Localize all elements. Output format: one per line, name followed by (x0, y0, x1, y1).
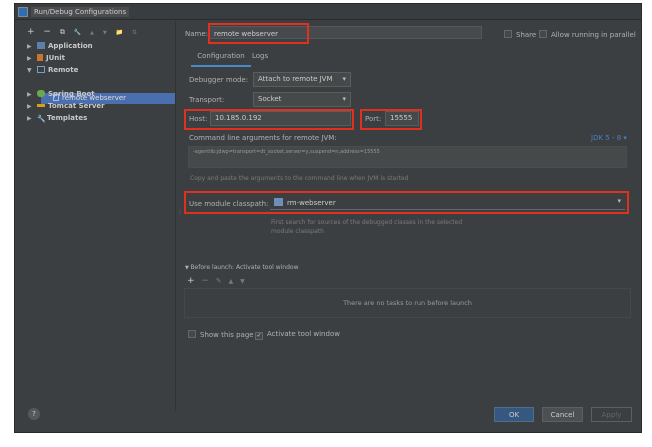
tab-configuration[interactable]: Configuration (191, 52, 251, 67)
before-launch-header[interactable]: ▼ Before launch: Activate tool window (185, 264, 298, 271)
before-launch-label: Before launch: Activate tool window (190, 264, 299, 271)
move-down-icon[interactable]: ▼ (103, 30, 107, 36)
allow-parallel-checkbox[interactable]: Allow running in parallel (539, 30, 636, 39)
move-up-icon[interactable]: ▲ (90, 30, 94, 36)
application-icon (37, 42, 45, 49)
share-label: Share (516, 31, 537, 39)
tree-item-label: Tomcat Server (48, 102, 105, 110)
expand-arrow-icon[interactable]: ▶ (27, 43, 37, 50)
before-launch-task-list: There are no tasks to run before launch (184, 288, 631, 318)
classpath-hint-line: First search for sources of the debugged… (271, 219, 463, 226)
tree-item-spring-boot[interactable]: ▶ Spring Boot (27, 90, 95, 98)
command-line-hint: Copy and paste the arguments to the comm… (190, 175, 409, 182)
cancel-button[interactable]: Cancel (542, 407, 583, 422)
edit-icon[interactable]: ✎ (216, 277, 222, 285)
name-input[interactable]: remote webserver (214, 30, 278, 38)
checkbox-icon (188, 330, 196, 338)
add-icon[interactable]: + (27, 27, 35, 37)
wrench-icon: 🔧 (37, 115, 46, 123)
help-button[interactable]: ? (28, 408, 40, 420)
show-page-checkbox[interactable]: Show this page (188, 330, 254, 339)
move-down-icon[interactable]: ▼ (240, 278, 245, 285)
empty-tasks-text: There are no tasks to run before launch (343, 299, 472, 307)
apply-button[interactable]: Apply (591, 407, 632, 422)
command-line-label: Command line arguments for remote JVM: (189, 134, 337, 142)
debugger-mode-select[interactable]: Attach to remote JVM (253, 72, 351, 87)
sidebar: + − ⧉ 🔧 ▲ ▼ 📁 ⇅ ▶ Application ▶ JUnit ▼ Rem… (15, 21, 176, 411)
expand-arrow-icon[interactable]: ▶ (27, 115, 37, 122)
checkbox-icon (504, 30, 512, 38)
share-checkbox[interactable]: Share (504, 30, 536, 39)
tree-item-templates[interactable]: ▶ 🔧Templates (27, 114, 88, 123)
checkmark-icon: ✓ (255, 332, 263, 340)
tree-item-tomcat-server[interactable]: ▶ Tomcat Server (27, 102, 105, 110)
host-label: Host: (189, 115, 208, 123)
tree-item-label: JUnit (46, 54, 66, 62)
spring-boot-icon (37, 90, 45, 97)
debugger-mode-label: Debugger mode: (189, 76, 249, 84)
tree-item-junit[interactable]: ▶ JUnit (27, 54, 65, 62)
before-launch-toolbar: + − ✎ ▲ ▼ (187, 276, 245, 286)
ok-button[interactable]: OK (494, 407, 534, 422)
checkbox-icon (539, 30, 547, 38)
activate-tool-window-checkbox[interactable]: ✓ Activate tool window (255, 330, 340, 340)
name-label: Name: (185, 30, 209, 38)
classpath-label: Use module classpath: (189, 200, 269, 208)
classpath-hint: First search for sources of the debugged… (271, 218, 462, 236)
module-icon (274, 198, 283, 206)
sort-icon[interactable]: ⇅ (132, 29, 137, 36)
port-label: Port: (365, 115, 382, 123)
run-debug-dialog: Run/Debug Configurations + − ⧉ 🔧 ▲ ▼ 📁 ⇅… (14, 3, 642, 433)
window-title: Run/Debug Configurations (31, 7, 130, 17)
tree-item-application[interactable]: ▶ Application (27, 42, 93, 50)
tree-item-remote[interactable]: ▼ Remote (27, 66, 78, 74)
command-line-textarea[interactable]: -agentlib:jdwp=transport=dt_socket,serve… (188, 146, 627, 168)
remove-icon[interactable]: − (201, 276, 209, 286)
tomcat-icon (37, 104, 45, 107)
expand-arrow-icon[interactable]: ▶ (27, 91, 37, 98)
transport-label: Transport: (189, 96, 225, 104)
title-bar: Run/Debug Configurations (15, 4, 641, 20)
port-input[interactable]: 15555 (385, 111, 419, 126)
allow-parallel-label: Allow running in parallel (551, 31, 636, 39)
move-up-icon[interactable]: ▲ (229, 278, 234, 285)
classpath-hint-line: module classpath (271, 228, 324, 235)
add-icon[interactable]: + (187, 276, 195, 286)
sidebar-toolbar: + − ⧉ 🔧 ▲ ▼ 📁 ⇅ (27, 27, 137, 37)
remove-icon[interactable]: − (43, 27, 51, 37)
module-classpath-select[interactable]: rm-webserver (270, 195, 625, 210)
tree-item-label: Spring Boot (48, 90, 95, 98)
folder-icon[interactable]: 📁 (116, 29, 123, 36)
tree-item-label: Remote (48, 66, 79, 74)
jdk-version-dropdown[interactable]: JDK 5 - 8 ▾ (591, 134, 627, 142)
collapse-arrow-icon[interactable]: ▼ (27, 67, 37, 74)
host-input[interactable]: 10.185.0.192 (210, 111, 351, 126)
transport-select[interactable]: Socket (253, 92, 351, 107)
copy-icon[interactable]: ⧉ (60, 28, 65, 36)
activate-tool-window-label: Activate tool window (267, 330, 340, 338)
wrench-icon[interactable]: 🔧 (74, 29, 81, 36)
expand-arrow-icon[interactable]: ▶ (27, 55, 37, 62)
tree-item-label: Application (48, 42, 93, 50)
splitter-handle[interactable]: ⋮ (177, 209, 183, 216)
tree-item-label: Templates (47, 114, 88, 122)
show-page-label: Show this page (200, 331, 254, 339)
classpath-value: rm-webserver (287, 199, 336, 207)
expand-arrow-icon[interactable]: ▶ (27, 103, 37, 110)
remote-icon (37, 66, 45, 73)
intellij-icon (18, 7, 28, 17)
tab-logs[interactable]: Logs (252, 52, 268, 60)
junit-icon (37, 54, 43, 61)
